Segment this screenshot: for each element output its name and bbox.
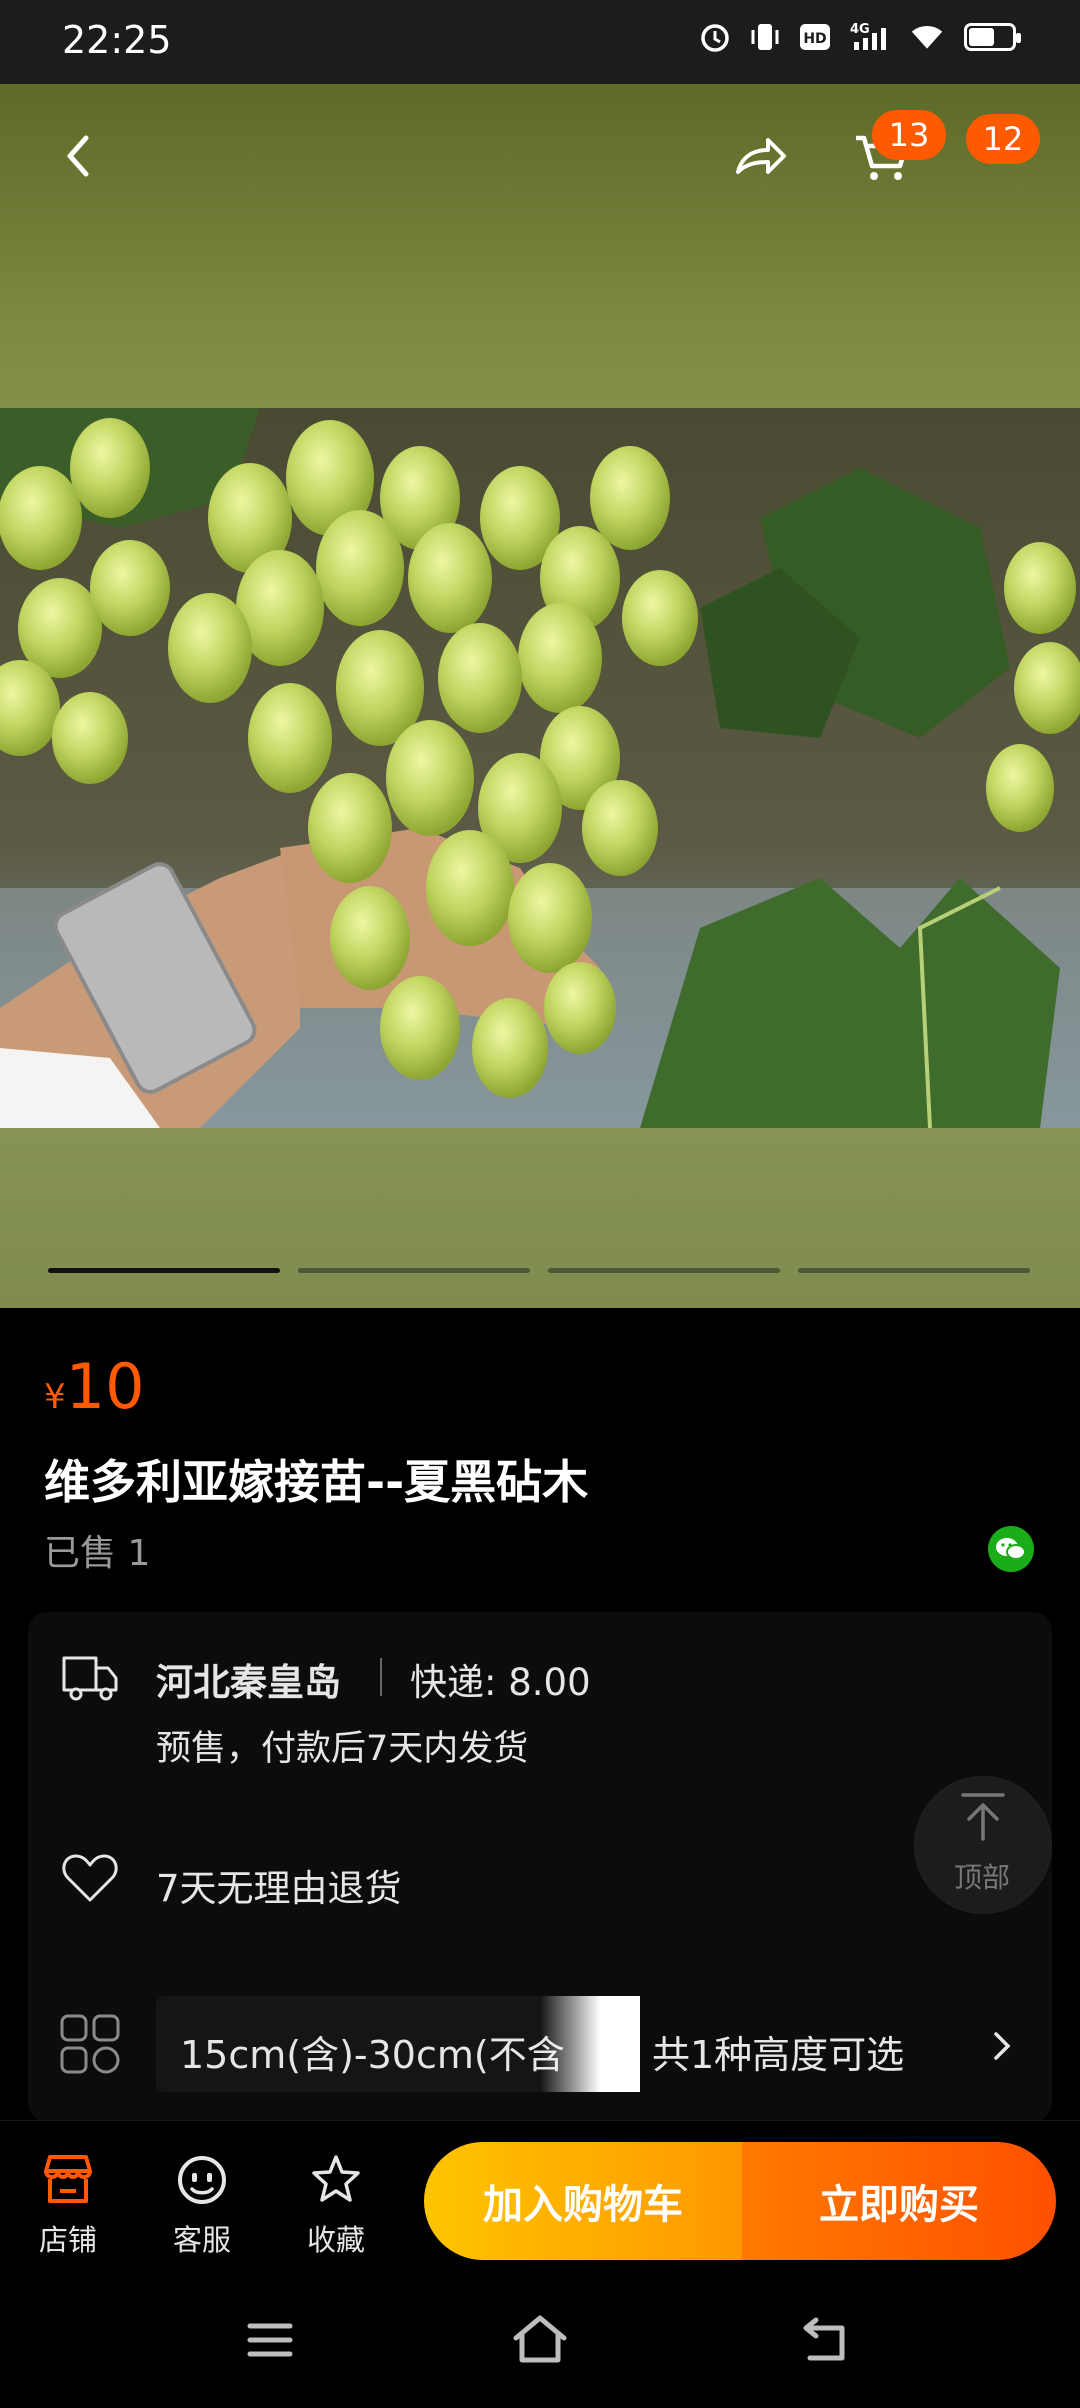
svg-text:HD: HD xyxy=(803,31,826,47)
star-icon xyxy=(312,2155,360,2202)
divider xyxy=(380,1658,382,1696)
favorite-button[interactable]: 收藏 xyxy=(276,2153,396,2259)
heart-icon xyxy=(60,1852,120,1908)
product-price: ¥10 xyxy=(44,1350,145,1423)
store-icon xyxy=(44,2155,92,2203)
cart-count-badge: 13 xyxy=(872,110,946,160)
gallery-dot[interactable] xyxy=(798,1268,1030,1273)
gallery-dot[interactable] xyxy=(298,1268,530,1273)
gallery-indicator xyxy=(48,1268,1030,1273)
chat-face-icon xyxy=(178,2156,226,2204)
gallery-dot[interactable] xyxy=(48,1268,280,1273)
menu-icon[interactable] xyxy=(246,2318,294,2366)
buy-now-button[interactable]: 立即购买 xyxy=(742,2142,1056,2260)
customer-service-button[interactable]: 客服 xyxy=(142,2153,262,2259)
wechat-icon xyxy=(996,1538,1026,1560)
back-button[interactable] xyxy=(56,128,104,184)
chevron-right-icon[interactable] xyxy=(990,2028,1014,2064)
arrow-up-icon xyxy=(961,1793,1005,1841)
status-icons: HD 4G xyxy=(698,20,1021,54)
gallery-dot[interactable] xyxy=(548,1268,780,1273)
wifi-icon xyxy=(910,20,944,54)
share-button[interactable] xyxy=(730,126,790,186)
vibrate-icon xyxy=(748,20,782,54)
back-arrow-icon xyxy=(67,135,89,177)
add-to-cart-button[interactable]: 加入购物车 xyxy=(424,2142,742,2260)
system-navigation-bar xyxy=(0,2290,1080,2408)
status-time: 22:25 xyxy=(62,18,172,62)
store-button[interactable]: 店铺 xyxy=(8,2153,128,2259)
back-to-top-label: 顶部 xyxy=(953,1861,1010,1894)
delivery-truck-icon xyxy=(60,1652,120,1708)
price-currency: ¥ xyxy=(44,1377,66,1417)
sold-count: 已售 1 xyxy=(44,1533,151,1574)
spec-count[interactable]: 共1种高度可选 xyxy=(652,2024,904,2079)
price-value: 10 xyxy=(65,1350,145,1423)
hd-icon: HD xyxy=(798,20,832,54)
customer-service-label: 客服 xyxy=(172,2223,231,2257)
signal-4g-icon: 4G xyxy=(848,20,894,54)
ship-from-location: 河北秦皇岛 xyxy=(156,1661,341,1704)
alarm-icon xyxy=(698,20,732,54)
svg-text:4G: 4G xyxy=(850,22,870,37)
spec-option-label: 15cm(含)-30cm(不含 xyxy=(180,2033,565,2077)
return-policy[interactable]: 7天无理由退货 xyxy=(156,1858,402,1912)
home-icon[interactable] xyxy=(510,2314,570,2368)
presale-notice: 预售，付款后7天内发货 xyxy=(156,1729,529,1769)
wechat-share-button[interactable] xyxy=(988,1526,1034,1572)
shipping-fee: 快递: 8.00 xyxy=(410,1661,591,1704)
return-back-icon[interactable] xyxy=(800,2316,850,2368)
status-bar: 22:25 HD 4G xyxy=(0,0,1080,84)
spec-chip-fade xyxy=(540,1996,640,2092)
product-image[interactable] xyxy=(0,408,1080,1128)
favorite-label: 收藏 xyxy=(306,2223,365,2257)
message-count-badge[interactable]: 12 xyxy=(966,114,1040,164)
share-icon xyxy=(736,138,786,174)
store-label: 店铺 xyxy=(38,2223,97,2257)
spec-grid-icon xyxy=(60,2014,120,2078)
battery-icon xyxy=(960,20,1021,54)
product-title: 维多利亚嫁接苗--夏黑砧木 xyxy=(44,1455,589,1509)
